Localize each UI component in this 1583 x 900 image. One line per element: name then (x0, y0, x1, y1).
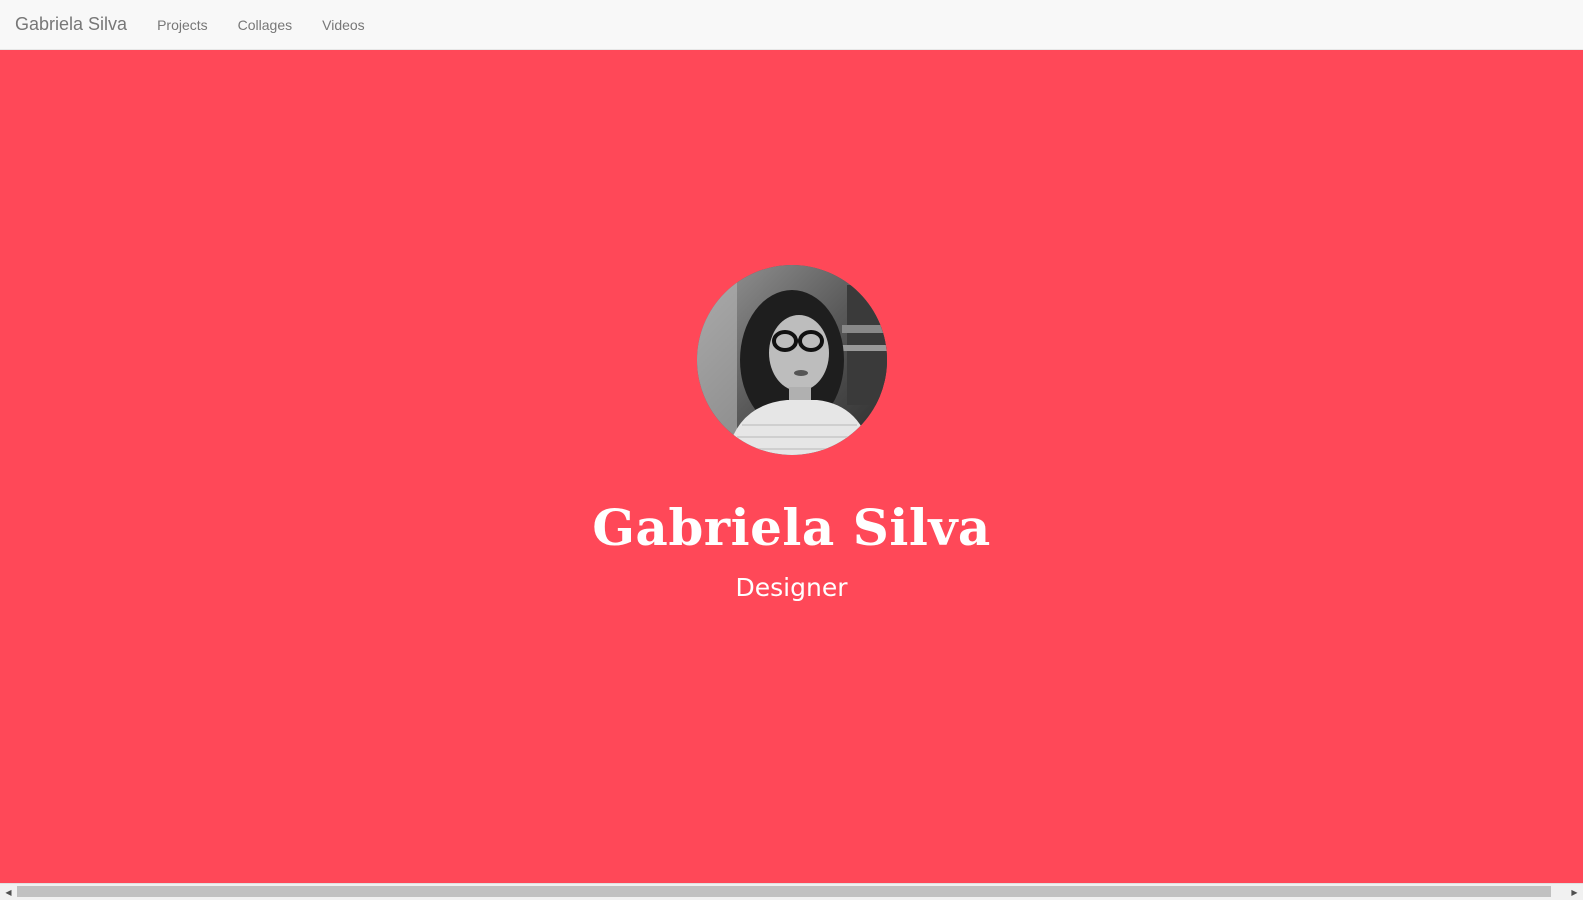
hero-section: Gabriela Silva Designer (0, 50, 1583, 883)
scrollbar-thumb[interactable] (17, 886, 1551, 897)
brand-link[interactable]: Gabriela Silva (15, 14, 127, 35)
hero-subtitle: Designer (735, 573, 848, 602)
nav-link-projects[interactable]: Projects (142, 0, 223, 50)
nav-link-videos[interactable]: Videos (307, 0, 380, 50)
hero-title: Gabriela Silva (592, 498, 991, 557)
page: Gabriela Silva Projects Collages Videos (0, 0, 1583, 900)
nav-links: Projects Collages Videos (142, 0, 380, 50)
nav-link-collages[interactable]: Collages (223, 0, 307, 50)
horizontal-scrollbar[interactable]: ◀ ▶ (0, 883, 1583, 900)
avatar-photo (697, 265, 887, 455)
scroll-left-arrow-icon[interactable]: ◀ (0, 884, 17, 900)
avatar (697, 265, 887, 455)
scroll-right-arrow-icon[interactable]: ▶ (1566, 884, 1583, 900)
top-navbar: Gabriela Silva Projects Collages Videos (0, 0, 1583, 50)
